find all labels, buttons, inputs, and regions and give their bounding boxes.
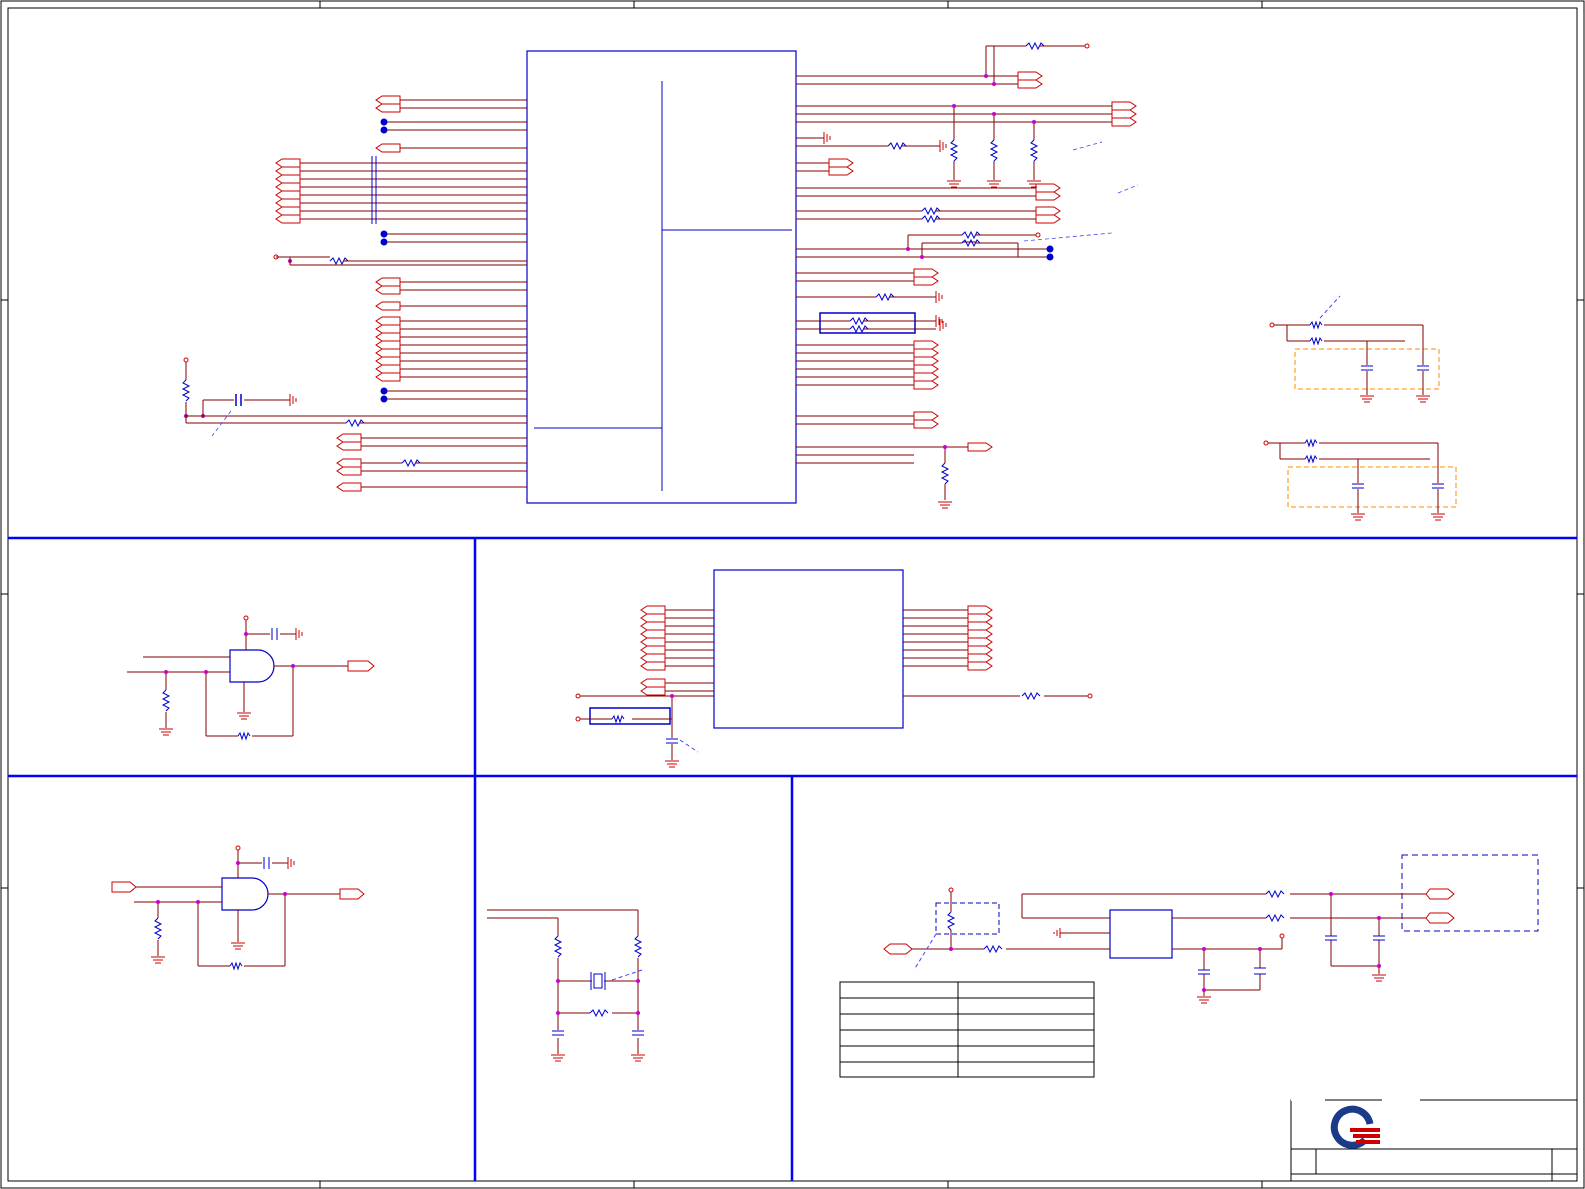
port-symbol [275,206,301,216]
port-symbol [913,411,939,421]
option-box-3 [935,902,1000,935]
port-symbol [375,348,401,358]
port-symbol [336,482,362,492]
port-symbol [913,340,939,350]
port-symbol [1111,101,1137,111]
port-symbol [375,301,401,311]
port-symbol [640,645,666,655]
port-symbol [275,158,301,168]
port-symbol [913,268,939,278]
port-symbol [375,356,401,366]
port-symbol [1017,71,1043,81]
left-ports [275,95,401,492]
port-symbol [375,340,401,350]
port-symbol [375,143,401,153]
regulator-block [839,854,1539,1078]
port-symbol [275,190,301,200]
and-gate-block-1 [127,615,375,741]
filter-network-1 [1269,295,1440,395]
ic-2 [713,569,904,729]
port-symbol [913,276,939,286]
port-symbol [375,316,401,326]
port-symbol [967,621,993,631]
port-symbol [336,458,362,468]
port-symbol [913,356,939,366]
port-symbol [967,661,993,671]
port-symbol [913,348,939,358]
port-symbol [336,433,362,443]
title-block [1290,1099,1578,1182]
lower-grounds [151,628,1386,1062]
port-symbol [967,613,993,623]
regulator-ic [1109,909,1173,959]
port-symbol [967,605,993,615]
port-symbol [967,442,993,452]
port-symbol [967,637,993,647]
and-gate-2 [221,877,269,911]
port-symbol [275,198,301,208]
and-gate-block-2 [111,845,365,971]
port-symbol [640,678,666,688]
port-symbol [913,419,939,429]
port-symbol [913,372,939,382]
right-ports [828,71,1137,452]
resistor-network-box [819,312,916,334]
port-symbol [828,158,854,168]
port-symbol [275,214,301,224]
port-symbol [375,95,401,105]
filter-network-2 [1263,438,1457,513]
port-symbol [275,174,301,184]
port-symbol [1035,183,1061,193]
port-symbol [640,629,666,639]
ground-symbols [289,132,1445,521]
port-symbol [967,653,993,663]
section-dividers [8,536,1577,1181]
and-gate-1 [229,649,275,683]
port-symbol [375,285,401,295]
port-symbol [640,653,666,663]
port-symbol [336,466,362,476]
port-symbol [640,621,666,631]
port-symbol [1035,191,1061,201]
schematic-sheet [0,0,1585,1189]
port-symbol [913,364,939,374]
port-symbol [375,277,401,287]
port-symbol [1035,214,1061,224]
port-symbol [640,661,666,671]
port-symbol [375,103,401,113]
port-symbol [375,372,401,382]
port-symbol [967,629,993,639]
port-symbol [913,380,939,390]
port-symbol [375,332,401,342]
junctions [184,74,1036,449]
crystal [593,973,603,989]
port-symbol [275,182,301,192]
port-symbol [1017,79,1043,89]
port-symbol [640,637,666,647]
port-symbol [967,645,993,655]
port-symbol [640,686,666,696]
port-symbol [375,364,401,374]
port-symbol [1035,206,1061,216]
ic-block-2 [575,569,1093,760]
port-symbol [275,166,301,176]
left-wires [300,99,527,488]
port-symbol [640,613,666,623]
pullup-resistors [940,139,1039,485]
crystal-block [487,909,644,1054]
connector-outline [1401,854,1539,932]
port-symbol [1111,117,1137,127]
top-ic-block [181,41,1457,521]
port-symbol [375,324,401,334]
port-symbol [336,441,362,451]
port-symbol [828,166,854,176]
port-symbol [640,605,666,615]
option-table [839,981,1095,1078]
resistor-box-2 [589,707,671,725]
quanta-logo [1330,1105,1380,1149]
port-symbol [1111,109,1137,119]
